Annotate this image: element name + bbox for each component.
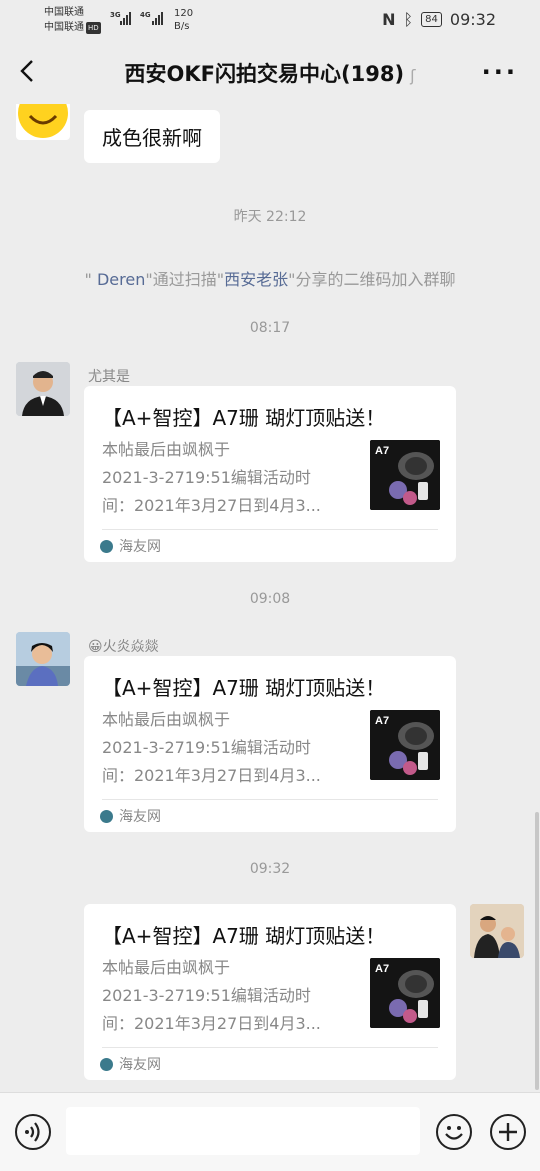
timestamp: 昨天 22:12 (233, 209, 307, 225)
clock: 09:32 (449, 10, 496, 29)
sender-nickname: 尤其是 (88, 369, 130, 385)
card-thumbnail: A7 (370, 958, 440, 1028)
svg-text:A7: A7 (375, 715, 389, 727)
sys-user-name[interactable]: Deren (92, 270, 145, 289)
card-thumbnail: A7 (370, 710, 440, 780)
more-dots-icon[interactable]: ··· (482, 58, 518, 86)
emoji-icon (445, 1126, 463, 1140)
sys-inviter-name[interactable]: 西安老张 (224, 270, 288, 289)
link-card-message[interactable]: 【A+智控】A7珊 瑚灯顶贴送！ 本帖最后由飒枫于 2021-3-2719:51编… (84, 386, 456, 562)
card-source: 海友网 (100, 806, 161, 826)
carrier-2: 中国联通 HD (44, 22, 101, 34)
timestamp: 09:08 (249, 591, 291, 607)
product-image-icon: A7 (370, 440, 440, 510)
voice-button[interactable] (15, 1114, 51, 1150)
avatar-emoji-user[interactable] (16, 104, 70, 140)
signal-1-icon (120, 12, 131, 25)
card-description: 本帖最后由飒枫于 2021-3-2719:51编辑活动时 间：2021年3月27日到… (102, 440, 321, 515)
emoji-button[interactable] (436, 1114, 472, 1150)
card-divider (102, 1047, 438, 1048)
hd-badge: HD (86, 22, 101, 34)
avatar-user-3[interactable] (16, 632, 70, 686)
svg-text:A7: A7 (375, 445, 389, 457)
status-right: N ᛒ 84 09:32 (382, 10, 496, 29)
card-thumbnail: A7 (370, 440, 440, 510)
person-photo-icon (16, 362, 70, 416)
card-divider (102, 799, 438, 800)
card-title: 【A+智控】A7珊 瑚灯顶贴送！ (102, 406, 386, 430)
timestamp: 09:32 (249, 861, 291, 877)
avatar-user-2[interactable] (16, 362, 70, 416)
card-description: 本帖最后由飒枫于 2021-3-2719:51编辑活动时 间：2021年3月27日到… (102, 958, 321, 1033)
sender-nickname: 😀火炎焱燚 (88, 639, 159, 655)
bluetooth-icon: ᛒ (403, 10, 414, 29)
message-bubble-text[interactable]: 成色很新啊 (84, 110, 220, 163)
product-image-icon: A7 (370, 958, 440, 1028)
card-title: 【A+智控】A7珊 瑚灯顶贴送！ (102, 924, 386, 948)
network-speed: 120 B/s (174, 8, 194, 32)
signal-2-icon (152, 12, 163, 25)
smiley-avatar-icon (18, 104, 68, 138)
link-card-message-own[interactable]: 【A+智控】A7珊 瑚灯顶贴送！ 本帖最后由飒枫于 2021-3-2719:51编… (84, 904, 456, 1080)
system-message: " Deren"通过扫描"西安老张"分享的二维码加入群聊 (84, 270, 456, 289)
avatar-self[interactable] (470, 904, 524, 958)
chat-title: 西安OKF闪拍交易中心(198) (124, 62, 405, 86)
carrier-1: 中国联通 (44, 7, 84, 18)
message-input[interactable] (66, 1107, 420, 1155)
battery-icon: 84 (421, 12, 442, 27)
person-photo-icon (470, 904, 524, 958)
card-source: 海友网 (100, 536, 161, 556)
plus-icon (499, 1123, 517, 1141)
nfc-icon: N (382, 10, 396, 29)
card-divider (102, 529, 438, 530)
scrollbar[interactable] (535, 812, 539, 1090)
message-list[interactable]: 成色很新啊 昨天 22:12 " Deren"通过扫描"西安老张"分享的二维码加… (0, 104, 540, 1092)
source-logo-icon (100, 1057, 113, 1071)
network-type-2: 4G (140, 11, 151, 19)
plus-button[interactable] (490, 1114, 526, 1150)
product-image-icon: A7 (370, 710, 440, 780)
input-bar (0, 1092, 540, 1171)
person-photo-icon (16, 632, 70, 686)
voice-icon (25, 1122, 40, 1142)
ear-mute-icon: ʃ (410, 66, 416, 85)
link-card-message[interactable]: 【A+智控】A7珊 瑚灯顶贴送！ 本帖最后由飒枫于 2021-3-2719:51编… (84, 656, 456, 832)
card-title: 【A+智控】A7珊 瑚灯顶贴送！ (102, 676, 386, 700)
grin-emoji-icon: 😀 (88, 639, 103, 655)
source-logo-icon (100, 539, 113, 553)
source-logo-icon (100, 809, 113, 823)
card-source: 海友网 (100, 1054, 161, 1074)
timestamp: 08:17 (249, 320, 291, 336)
status-bar: 中国联通 中国联通 HD 3G 4G 120 B/s N ᛒ 84 09:32 (0, 0, 540, 40)
card-description: 本帖最后由飒枫于 2021-3-2719:51编辑活动时 间：2021年3月27日到… (102, 710, 321, 785)
chat-header: 西安OKF闪拍交易中心(198) ʃ ··· (0, 40, 540, 104)
svg-text:A7: A7 (375, 963, 389, 975)
